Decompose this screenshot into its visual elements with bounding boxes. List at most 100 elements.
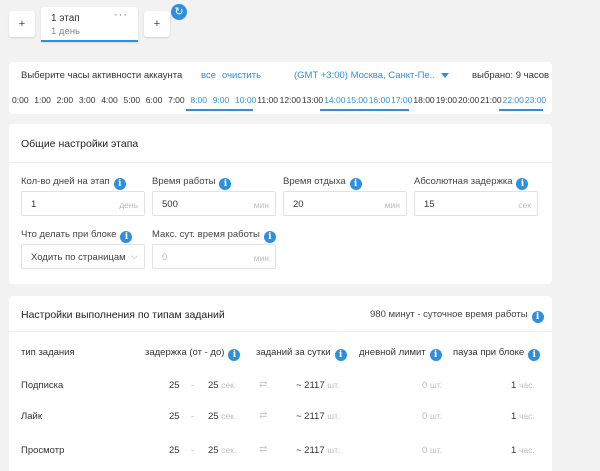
hour-0[interactable]: 0:00 [12,95,29,105]
days-input[interactable]: 1 день [21,191,145,216]
tasks-per-day: ~ 2117 шт. [296,380,340,391]
hour-1[interactable]: 1:00 [34,95,51,105]
col-daily-limit: дневной лимит i [359,347,442,361]
work-time-input[interactable]: 500 мин [152,191,276,216]
hour-12[interactable]: 12:00 [280,95,301,105]
task-name: Лайк [21,411,42,422]
chevron-down-icon[interactable] [441,73,449,78]
hour-10[interactable]: 10:00 [235,95,256,105]
hour-3[interactable]: 3:00 [79,95,96,105]
daily-limit[interactable]: 0 шт. [422,445,442,456]
days-label: Кол-во дней на этап i [21,176,126,190]
absolute-delay-label: Абсолютная задержка i [414,176,529,190]
delay-to[interactable]: 25 сек. [208,380,236,391]
delay-from[interactable]: 25 [169,411,180,422]
delay-dash: - [191,411,195,422]
info-icon[interactable]: i [219,178,232,190]
info-icon[interactable]: i [531,311,544,323]
divider [9,331,552,332]
hour-2[interactable]: 2:00 [57,95,74,105]
block-action-select[interactable]: Ходить по страницам ⌵ [21,244,145,269]
task-name: Подписка [21,380,64,391]
general-settings-panel: Общие настройки этапа Кол-во дней на эта… [9,124,552,284]
delay-from[interactable]: 25 [169,380,180,391]
info-icon[interactable]: i [349,178,362,190]
add-stage-right-button[interactable]: + [144,11,170,37]
hour-15[interactable]: 15:00 [347,95,368,105]
stage-subtitle: 1 день [51,26,80,37]
swap-icon: ⇄ [259,410,268,421]
select-all-link[interactable]: все [201,70,216,81]
divider [9,162,552,163]
info-icon[interactable]: i [228,349,241,361]
clear-link[interactable]: очистить [222,70,261,81]
swap-icon: ⇄ [259,444,268,455]
task-settings-panel: Настройки выполнения по типам заданий 98… [9,296,552,471]
col-pause: пауза при блоке i [453,347,541,361]
hour-18[interactable]: 18:00 [413,95,434,105]
hour-5[interactable]: 5:00 [124,95,141,105]
tasks-per-day: ~ 2117 шт. [296,411,340,422]
hour-selector: 0:00 1:00 2:00 3:00 4:00 5:00 6:00 7:00 8:00 9:00… [0,91,600,111]
add-stage-left-button[interactable]: + [9,11,35,37]
col-type: тип задания [21,347,75,358]
timezone-select[interactable]: (GMT +3:00) Москва, Санкт-Пе... [294,70,436,81]
hour-20[interactable]: 20:00 [458,95,479,105]
delay-dash: - [191,380,195,391]
info-icon[interactable]: i [429,349,442,361]
daily-time-summary: 980 минут - суточное время работы i [370,309,544,323]
hour-13[interactable]: 13:00 [302,95,323,105]
daily-limit[interactable]: 0 шт. [422,411,442,422]
info-icon[interactable]: i [334,349,347,361]
block-action-label: Что делать при блоке i [21,229,133,243]
tasks-per-day: ~ 2117 шт. [296,445,340,456]
hour-range-indicator [186,109,254,111]
hour-23[interactable]: 23:00 [525,95,546,105]
sync-icon[interactable]: ↻ [171,4,187,20]
hour-6[interactable]: 6:00 [146,95,163,105]
hour-16[interactable]: 16:00 [369,95,390,105]
info-icon[interactable]: i [516,178,529,190]
swap-icon: ⇄ [259,379,268,390]
info-icon[interactable]: i [528,349,541,361]
stage-card[interactable]: 1 этап 1 день ··· ↻ [41,4,187,42]
task-name: Просмотр [21,445,65,456]
hour-14[interactable]: 14:00 [324,95,345,105]
info-icon[interactable]: i [263,231,276,243]
hour-9[interactable]: 9:00 [213,95,230,105]
chevron-down-icon: ⌵ [131,251,138,261]
work-time-label: Время работы i [152,176,232,190]
hour-17[interactable]: 17:00 [391,95,412,105]
col-per-day: заданий за сутки i [256,347,347,361]
delay-dash: - [191,445,195,456]
col-delay: задержка (от - до) i [145,347,241,361]
delay-to[interactable]: 25 сек. [208,445,236,456]
absolute-delay-input[interactable]: 15 сек [414,191,538,216]
hour-7[interactable]: 7:00 [168,95,185,105]
block-pause[interactable]: 1 час. [511,411,535,422]
general-settings-title: Общие настройки этапа [21,138,139,150]
hour-4[interactable]: 4:00 [101,95,118,105]
rest-time-input[interactable]: 20 мин [283,191,407,216]
hour-21[interactable]: 21:00 [480,95,501,105]
hour-8[interactable]: 8:00 [190,95,207,105]
hour-range-indicator [498,109,544,111]
hour-22[interactable]: 22:00 [503,95,524,105]
block-pause[interactable]: 1 час. [511,380,535,391]
activity-label: Выберите часы активности аккаунта [21,70,183,81]
selected-hours-count: выбрано: 9 часов [472,70,550,81]
task-settings-title: Настройки выполнения по типам заданий [21,309,225,321]
rest-time-label: Время отдыха i [283,176,362,190]
info-icon[interactable]: i [113,178,126,190]
hour-range-indicator [320,109,410,111]
block-pause[interactable]: 1 час. [511,445,535,456]
delay-from[interactable]: 25 [169,445,180,456]
daily-limit[interactable]: 0 шт. [422,380,442,391]
hour-11[interactable]: 11:00 [257,95,278,105]
stage-menu-icon[interactable]: ··· [114,9,128,21]
info-icon[interactable]: i [120,231,133,243]
max-daily-time-input[interactable]: 0 мин [152,244,276,269]
max-daily-time-label: Макс. сут. время работы i [152,229,276,243]
hour-19[interactable]: 19:00 [436,95,457,105]
delay-to[interactable]: 25 сек. [208,411,236,422]
